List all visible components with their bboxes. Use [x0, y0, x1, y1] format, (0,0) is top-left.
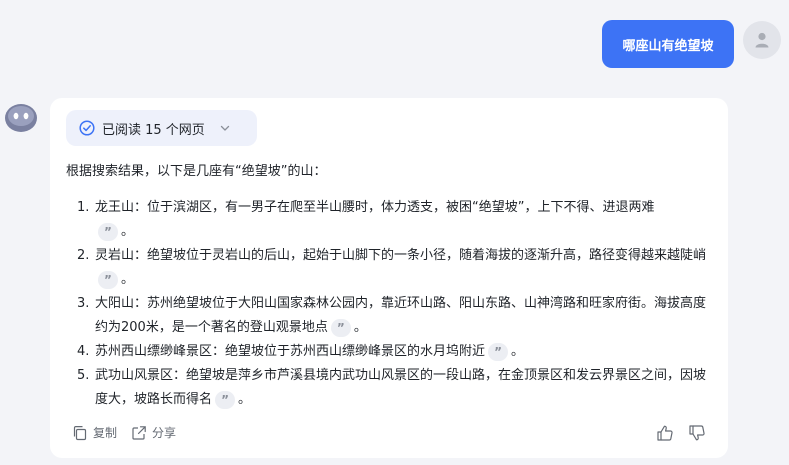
answer-intro: 根据搜索结果，以下是几座有“绝望坡”的山：: [66, 164, 327, 179]
chevron-down-icon: [220, 125, 229, 131]
list-item: 4. 苏州西山缥缈峰景区：绝望坡位于苏州西山缥缈峰景区的水月坞附近”。: [77, 340, 717, 364]
answer-actions: 复制 分享: [72, 424, 176, 441]
list-item-text: 苏州西山缥缈峰景区：绝望坡位于苏州西山缥缈峰景区的水月坞附近: [95, 344, 486, 359]
list-item-text: 灵岩山：绝望坡位于灵岩山的后山，起始于山脚下的一条小径，随着海拔的逐渐升高，路径…: [95, 248, 707, 263]
share-button[interactable]: 分享: [131, 424, 176, 441]
list-item-text: 大阳山：苏州绝望坡位于大阳山国家森林公园内，靠近环山路、阳山东路、山神湾路和旺家…: [95, 296, 707, 335]
list-item-text: 龙王山：位于滨湖区，有一男子在爬至半山腰时，体力透支，被困“绝望坡”，上下不得、…: [95, 200, 655, 215]
list-item-number: 4.: [77, 344, 90, 359]
copy-label: 复制: [93, 426, 118, 440]
list-item-tail: 。: [353, 320, 367, 335]
list-item: 3. 大阳山：苏州绝望坡位于大阳山国家森林公园内，靠近环山路、阳山东路、山神湾路…: [77, 292, 717, 340]
share-label: 分享: [152, 426, 177, 440]
quote-icon[interactable]: ”: [98, 270, 118, 289]
list-item-tail: 。: [121, 224, 135, 239]
list-item: 2. 灵岩山：绝望坡位于灵岩山的后山，起始于山脚下的一条小径，随着海拔的逐渐升高…: [77, 244, 717, 292]
copy-icon: [73, 425, 87, 440]
sources-toggle[interactable]: 已阅读 15 个网页: [66, 110, 257, 146]
results-list: 1. 龙王山：位于滨湖区，有一男子在爬至半山腰时，体力透支，被困“绝望坡”，上下…: [77, 196, 717, 412]
copy-button[interactable]: 复制: [72, 424, 117, 441]
list-item-number: 1.: [77, 200, 90, 215]
list-item-tail: 。: [511, 344, 525, 359]
list-item-number: 2.: [77, 248, 90, 263]
quote-icon[interactable]: ”: [215, 390, 236, 409]
user-avatar[interactable]: [743, 21, 781, 59]
list-item: 1. 龙王山：位于滨湖区，有一男子在爬至半山腰时，体力透支，被困“绝望坡”，上下…: [77, 196, 717, 244]
list-item-text: 武功山风景区：绝望坡是萍乡市芦溪县境内武功山风景区的一段山路，在金顶景区和发云界…: [95, 368, 707, 407]
check-circle-icon: [79, 120, 95, 136]
chat-page: 哪座山有绝望坡 已阅读 15 个网页 根据搜索结果，以下是几座有“绝望坡”的山：: [0, 0, 789, 465]
assistant-answer-card: 已阅读 15 个网页 根据搜索结果，以下是几座有“绝望坡”的山： 1. 龙王山：…: [50, 98, 728, 458]
quote-icon[interactable]: ”: [330, 318, 351, 337]
sources-label: 已阅读 15 个网页: [102, 122, 205, 138]
list-item-tail: 。: [238, 392, 252, 407]
quote-icon[interactable]: ”: [488, 342, 509, 361]
user-message-text: 哪座山有绝望坡: [622, 38, 714, 54]
user-icon: [755, 32, 769, 48]
share-icon: [132, 425, 146, 440]
list-item-tail: 。: [121, 272, 135, 287]
list-item: 5. 武功山风景区：绝望坡是萍乡市芦溪县境内武功山风景区的一段山路，在金顶景区和…: [77, 364, 717, 412]
list-item-number: 3.: [77, 296, 90, 311]
user-message-bubble: 哪座山有绝望坡: [602, 20, 734, 68]
feedback-buttons: [656, 424, 706, 442]
list-item-number: 5.: [77, 368, 90, 383]
quote-icon[interactable]: ”: [98, 222, 118, 241]
thumbs-up-icon[interactable]: [656, 424, 674, 442]
assistant-avatar: [5, 104, 37, 132]
thumbs-down-icon[interactable]: [688, 424, 706, 442]
